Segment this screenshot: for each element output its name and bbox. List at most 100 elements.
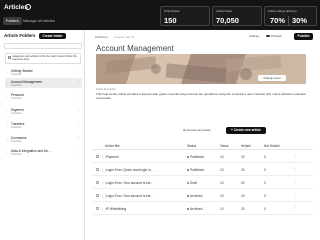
status-text: Archived <box>190 193 203 198</box>
folder-description[interactable]: This help center article provides a step… <box>96 92 306 101</box>
gear-icon[interactable] <box>25 4 31 10</box>
more-icon[interactable]: ⋮ <box>294 193 298 197</box>
more-icon[interactable]: ⋮ <box>77 80 81 84</box>
description-label: Folder description <box>96 88 116 91</box>
not-helpful-value: 0 <box>264 154 266 159</box>
column-header-helpful[interactable]: Helpful <box>241 144 251 148</box>
sidebar-description-text: Categories and articles in the live Help… <box>12 55 77 62</box>
sidebar-item-transfers[interactable]: ⋮⋮ Transfers 2 articles ⋮ <box>5 120 82 130</box>
article-title[interactable]: IP Whitelisting <box>106 207 126 211</box>
table-row[interactable]: ⋮⋮ Login Error: Your account is bei... D… <box>92 176 313 189</box>
sidebar-item-account-management[interactable]: ⋮⋮ Account Management 5 articles ⋮ <box>5 78 82 88</box>
status-badge: Archived <box>187 194 202 198</box>
rating-positive: 70% <box>270 16 286 25</box>
more-icon[interactable]: ⋮ <box>77 149 81 153</box>
more-icon[interactable]: ⋮ <box>294 154 298 158</box>
folder-count: 4 articles <box>11 111 22 115</box>
row-checkbox[interactable] <box>96 194 99 197</box>
folder-count: 5 articles <box>11 83 22 87</box>
status-badge: Published <box>95 35 108 39</box>
connect-article-label: Connect an article <box>186 128 211 132</box>
more-icon[interactable]: ⋮ <box>77 93 81 97</box>
table-row[interactable]: ⋮⋮ Login Error: Quick reset login in... … <box>92 163 313 176</box>
tab-folders[interactable]: Folders <box>3 17 22 25</box>
sidebar-item-getting-started[interactable]: ⋮⋮ Getting Started 5 articles ⋮ <box>5 67 82 77</box>
row-checkbox[interactable] <box>96 207 99 210</box>
column-header-views[interactable]: Views <box>220 144 228 148</box>
status-badge: Published <box>187 155 204 159</box>
helpful-value: 20 <box>241 167 245 172</box>
rating-negative: 30% <box>292 16 308 25</box>
stat-value: 150 <box>164 16 177 25</box>
helpful-value: 20 <box>241 193 245 198</box>
publish-button[interactable]: Publish <box>294 33 313 40</box>
column-header-not-helpful[interactable]: Not Helpful <box>264 144 280 148</box>
stat-article-views: Article Views 70,050 <box>212 6 262 26</box>
article-title[interactable]: Login Error: Quick reset login in... <box>106 168 153 172</box>
tab-manage-all-articles[interactable]: Manage all articles <box>20 17 58 25</box>
table-row[interactable]: ⋮⋮ Login Error: Your account is bei... A… <box>92 189 313 202</box>
preview-label: Preview <box>271 34 282 38</box>
create-article-button[interactable]: + Create new article <box>226 127 266 134</box>
views-value: 10 <box>220 206 224 211</box>
folder-search-input[interactable] <box>4 43 82 49</box>
top-header: Articles Folders Manage all articles Tot… <box>0 0 320 30</box>
stat-total-articles: Total Articles 150 <box>160 6 210 26</box>
article-title[interactable]: Payment <box>106 155 119 159</box>
folder-count: 3 articles <box>11 152 22 156</box>
article-title[interactable]: Login Error: Your account is bei... <box>106 194 153 198</box>
preview-button[interactable]: Preview <box>266 34 282 38</box>
helpful-value: 20 <box>241 154 245 159</box>
row-checkbox[interactable] <box>96 168 99 171</box>
column-header-status[interactable]: Status <box>187 144 196 148</box>
status-badge: Draft <box>187 181 197 185</box>
row-checkbox[interactable] <box>96 181 99 184</box>
archive-button[interactable]: Archive <box>249 34 259 38</box>
more-icon[interactable]: ⋮ <box>77 69 81 73</box>
not-helpful-value: 0 <box>264 167 266 172</box>
checkbox[interactable] <box>7 55 11 59</box>
stat-article-ratings: Article ratings (all-time) 70% 30% <box>264 6 317 26</box>
more-icon[interactable]: ⋮ <box>77 108 81 112</box>
change-cover-button[interactable]: Change cover <box>258 75 286 81</box>
sidebar: Article Folders Create folder Categories… <box>0 30 85 240</box>
folder-status-line: Published Created: Jan 21 <box>95 35 134 39</box>
status-dot <box>187 207 189 210</box>
article-title[interactable]: Login Error: Your account is bei... <box>106 181 153 185</box>
folder-count: 2 articles <box>11 96 22 100</box>
more-icon[interactable]: ⋮ <box>294 206 298 210</box>
more-icon[interactable]: ⋮ <box>77 136 81 140</box>
page-title: Account Management <box>96 44 174 53</box>
table-row[interactable]: ⋮⋮ Payment Published 10 20 0 ⋮ <box>92 150 313 163</box>
status-text: Published <box>190 167 204 172</box>
more-icon[interactable]: ⋮ <box>294 167 298 171</box>
views-value: 10 <box>220 193 224 198</box>
sidebar-item-data-integration[interactable]: ⋮⋮ Data & Integration and Lib... 3 artic… <box>5 147 82 157</box>
connect-article-link[interactable]: ⊕ Connect an article <box>183 128 211 132</box>
folder-count: 5 articles <box>11 72 22 76</box>
table-row[interactable]: ⋮⋮ IP Whitelisting Archived 10 20 0 ⋮ <box>92 202 313 215</box>
stat-label: Article Views <box>216 9 232 13</box>
folder-count: 2 articles <box>11 125 22 129</box>
not-helpful-value: 0 <box>264 206 266 211</box>
status-dot <box>187 194 189 197</box>
status-dot <box>187 168 189 171</box>
sidebar-description: Categories and articles in the live Help… <box>5 53 81 64</box>
more-icon[interactable]: ⋮ <box>294 180 298 184</box>
sidebar-item-payment[interactable]: ⋮⋮ Payment 4 articles ⋮ <box>5 106 82 116</box>
stat-label: Article ratings (all-time) <box>268 9 297 13</box>
main-content: Published Created: Jan 21 Archive Previe… <box>85 30 320 240</box>
views-value: 10 <box>220 180 224 185</box>
create-folder-button[interactable]: Create folder <box>39 32 66 39</box>
status-text: Published <box>190 154 204 159</box>
more-icon[interactable]: ⋮ <box>77 122 81 126</box>
row-checkbox[interactable] <box>96 155 99 158</box>
create-article-label: Create new article <box>233 128 262 132</box>
column-header-title[interactable]: Article title <box>105 144 120 148</box>
sidebar-item-commerce[interactable]: ⋮⋮ Commerce 3 articles ⋮ <box>5 134 82 144</box>
sidebar-title: Article Folders <box>4 33 36 38</box>
sidebar-item-personal[interactable]: ⋮⋮ Personal 2 articles ⋮ <box>5 91 82 101</box>
status-badge: Published <box>187 168 204 172</box>
folder-count: 3 articles <box>11 139 22 143</box>
not-helpful-value: 0 <box>264 193 266 198</box>
